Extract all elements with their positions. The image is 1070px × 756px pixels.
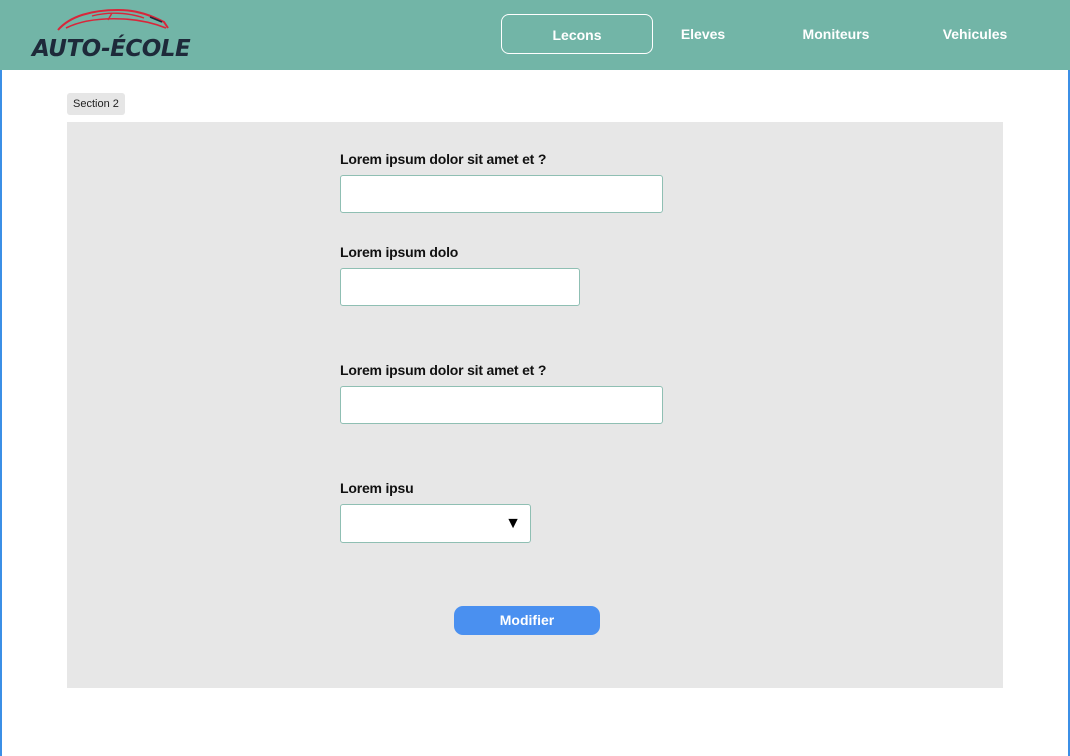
- modifier-button[interactable]: Modifier: [454, 606, 600, 635]
- nav-tab-lecons[interactable]: Lecons: [501, 14, 653, 54]
- nav-tab-label: Vehicules: [942, 26, 1008, 42]
- field-label-1: Lorem ipsum dolor sit amet et ?: [340, 151, 547, 167]
- field-label-2: Lorem ipsum dolo: [340, 244, 459, 260]
- section-tab[interactable]: Section 2: [67, 93, 125, 115]
- text-field-1[interactable]: [340, 175, 663, 213]
- nav-tab-moniteurs[interactable]: Moniteurs: [790, 14, 882, 54]
- section-tab-label: Section 2: [73, 98, 119, 110]
- auto-ecole-logo[interactable]: AUTO-ÉCOLE: [30, 6, 200, 64]
- select-label: Lorem ipsu: [340, 480, 414, 496]
- nav-tab-label: Lecons: [552, 27, 602, 43]
- nav-tab-label: Eleves: [680, 26, 726, 42]
- nav-tab-vehicules[interactable]: Vehicules: [930, 14, 1020, 54]
- nav-tab-eleves[interactable]: Eleves: [664, 14, 742, 54]
- top-navigation-bar: AUTO-ÉCOLE Lecons Eleves Moniteurs Vehic…: [0, 0, 1070, 70]
- modifier-button-label: Modifier: [499, 612, 555, 628]
- logo-text: AUTO-ÉCOLE: [32, 36, 191, 62]
- text-field-2[interactable]: [340, 268, 580, 306]
- car-outline-icon: [57, 8, 169, 31]
- triangle-down-icon[interactable]: ▼: [505, 515, 521, 533]
- text-field-3[interactable]: [340, 386, 663, 424]
- dropdown-select[interactable]: ▼: [340, 504, 531, 543]
- nav-tab-label: Moniteurs: [802, 26, 870, 42]
- field-label-3: Lorem ipsum dolor sit amet et ?: [340, 362, 547, 378]
